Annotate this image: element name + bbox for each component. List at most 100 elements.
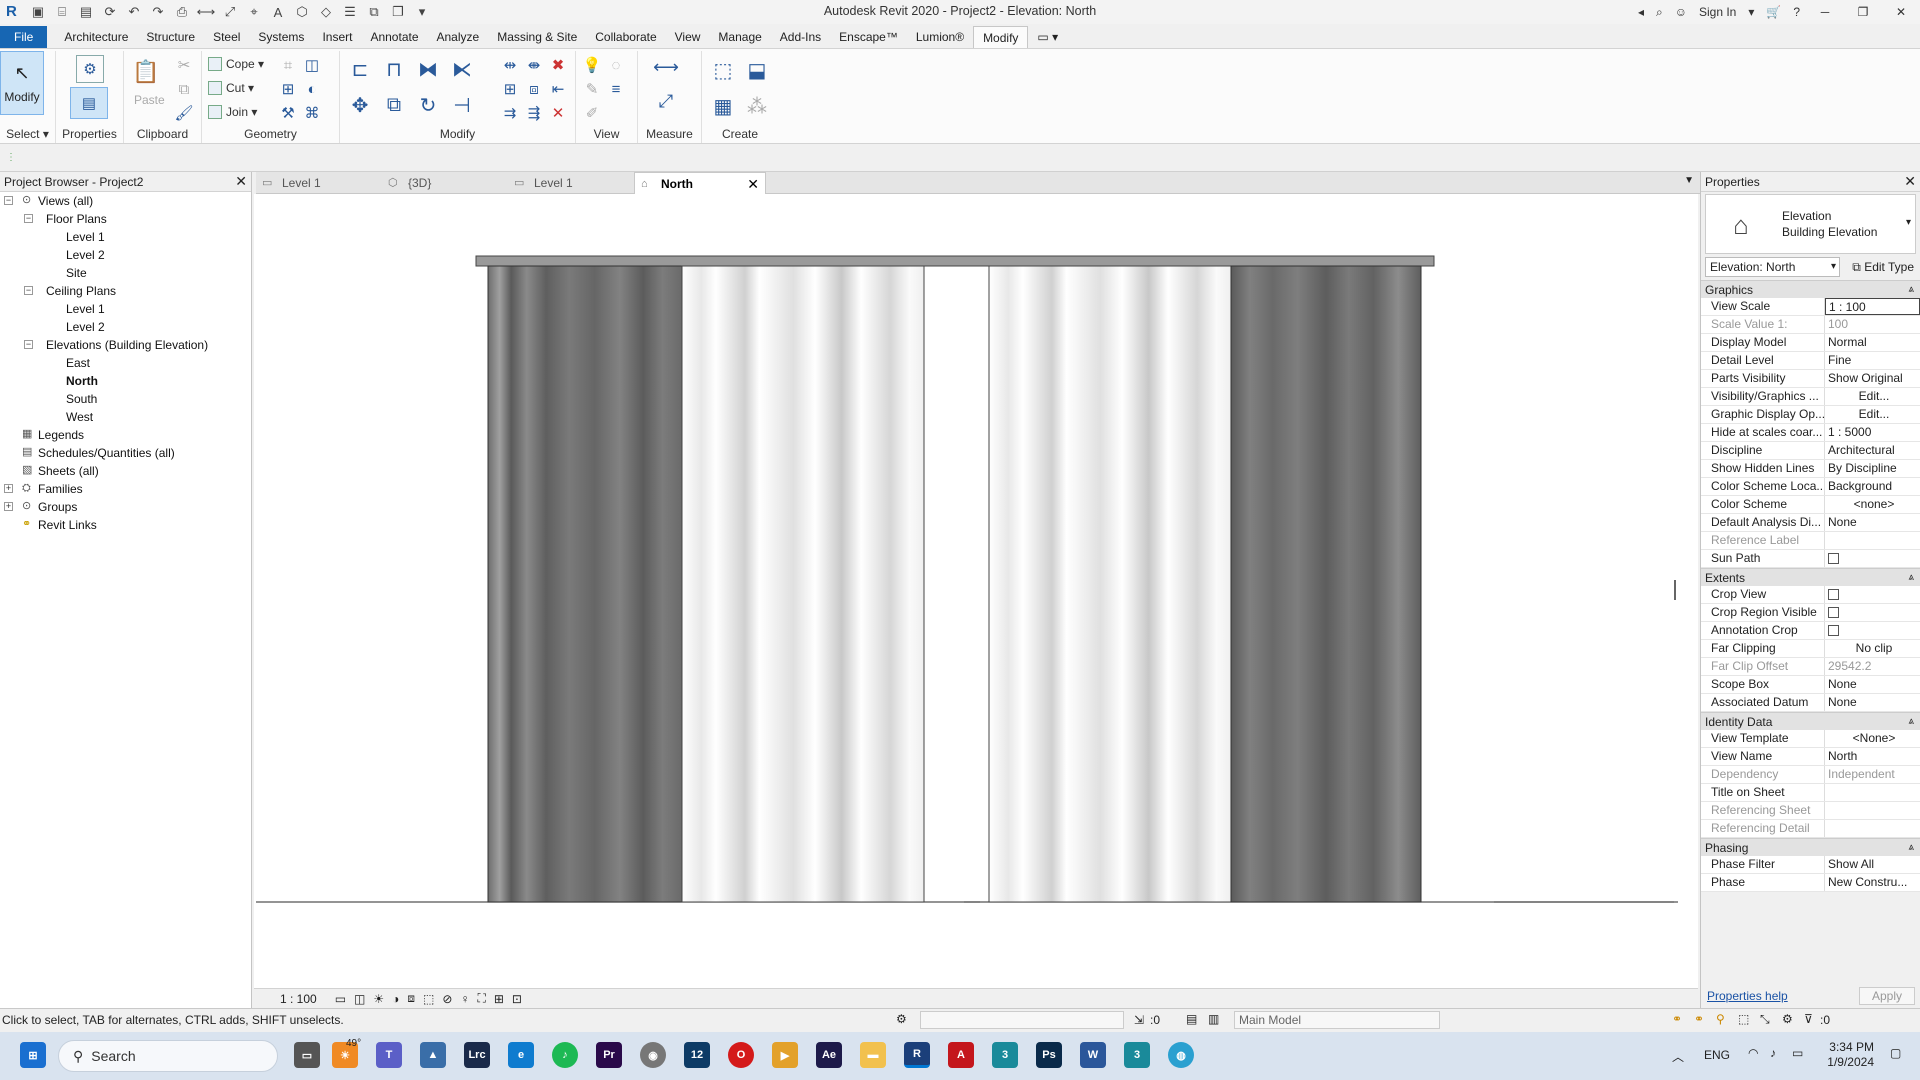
- switch-windows-icon[interactable]: ❐: [388, 3, 408, 21]
- design-option-dropdown[interactable]: Main Model: [1234, 1011, 1440, 1029]
- apply-button[interactable]: Apply: [1858, 987, 1915, 1005]
- sign-in-link[interactable]: Sign In: [1699, 5, 1736, 19]
- edge-icon[interactable]: e: [508, 1042, 534, 1068]
- visual-style-icon[interactable]: ◫: [354, 992, 365, 1006]
- notifications-icon[interactable]: ▢: [1890, 1046, 1901, 1060]
- drawing-area[interactable]: [254, 194, 1698, 999]
- steam-icon[interactable]: ◉: [640, 1042, 666, 1068]
- select-links-icon[interactable]: ⚭: [1672, 1012, 1682, 1026]
- measure-icon[interactable]: ⟷: [196, 3, 216, 21]
- scale-icon[interactable]: ⧈: [524, 79, 544, 99]
- aligned-dimension-ribbon-icon[interactable]: ⤢: [646, 91, 686, 111]
- delete-icon[interactable]: ✕: [548, 103, 568, 123]
- teams-icon[interactable]: T: [376, 1042, 402, 1068]
- constraints-icon[interactable]: ⊡: [512, 992, 522, 1006]
- group-header-extents[interactable]: Extents ⩓: [1701, 568, 1920, 586]
- browser-node-elevations-building-elevation[interactable]: − Elevations (Building Elevation): [0, 336, 251, 354]
- undo-icon[interactable]: ↶: [124, 3, 144, 21]
- create-parts-icon[interactable]: ⬓: [742, 55, 772, 85]
- browser-node-floor-plans[interactable]: − Floor Plans: [0, 210, 251, 228]
- property-value[interactable]: Background: [1825, 478, 1920, 495]
- tag-icon[interactable]: ⌖: [244, 3, 264, 21]
- instance-filter-dropdown[interactable]: Elevation: North ▾: [1705, 257, 1840, 277]
- view-tab-north[interactable]: ⌂ North ✕: [634, 172, 766, 194]
- create-assembly-icon[interactable]: ⬚: [708, 55, 738, 85]
- infocenter-arrow-icon[interactable]: ◂: [1638, 5, 1644, 19]
- copy-icon[interactable]: ⧉: [380, 91, 408, 119]
- collapse-icon[interactable]: −: [24, 286, 33, 295]
- spotify-icon[interactable]: ♪: [552, 1042, 578, 1068]
- redo-icon[interactable]: ↷: [148, 3, 168, 21]
- tab-collaborate[interactable]: Collaborate: [586, 26, 665, 48]
- tab-insert[interactable]: Insert: [313, 26, 361, 48]
- tab-analyze[interactable]: Analyze: [428, 26, 489, 48]
- help-icon[interactable]: ?: [1793, 5, 1800, 19]
- wall-joins-icon[interactable]: ⌗: [278, 55, 298, 75]
- design-options-icon[interactable]: ▤: [1186, 1012, 1197, 1026]
- crop-view-icon[interactable]: ⧈: [407, 991, 415, 1006]
- tab-lumion[interactable]: Lumion®: [907, 26, 973, 48]
- paint-icon[interactable]: ◐: [302, 79, 322, 99]
- file-explorer-icon[interactable]: ▬: [860, 1042, 886, 1068]
- property-value[interactable]: By Discipline: [1825, 460, 1920, 477]
- taskbar-search[interactable]: ⚲ Search: [58, 1040, 278, 1072]
- contextual-tab-dropdown-icon[interactable]: ▭ ▾: [1028, 26, 1067, 48]
- section-icon[interactable]: ◇: [316, 3, 336, 21]
- select-underlay-icon[interactable]: ⚭: [1694, 1012, 1704, 1026]
- shadows-icon[interactable]: ◑: [392, 992, 399, 1006]
- browser-node-schedules-quantities-all[interactable]: ▤ Schedules/Quantities (all): [0, 444, 251, 462]
- create-group-icon[interactable]: ▦: [708, 91, 738, 121]
- view-tab-level-1[interactable]: ▭ Level 1: [508, 172, 628, 194]
- aligned-dimension-icon[interactable]: ⤢: [220, 3, 240, 21]
- word-icon[interactable]: W: [1080, 1042, 1106, 1068]
- view-scale-control[interactable]: 1 : 100: [280, 992, 317, 1006]
- move-icon[interactable]: ✥: [346, 91, 374, 119]
- collapse-icon[interactable]: −: [24, 340, 33, 349]
- unpin-icon[interactable]: ✖: [548, 55, 568, 75]
- premiere-icon[interactable]: Pr: [596, 1042, 622, 1068]
- browser-node-views-all[interactable]: − ⊙ Views (all): [0, 192, 251, 210]
- collapse-group-icon[interactable]: ⩓: [1908, 713, 1914, 731]
- select-dropdown[interactable]: Select ▾: [0, 127, 55, 141]
- wifi-icon[interactable]: ◠: [1748, 1046, 1758, 1060]
- property-value[interactable]: North: [1825, 748, 1920, 765]
- browser-node-families[interactable]: + ⛭ Families: [0, 480, 251, 498]
- browser-node-groups[interactable]: + ⊙ Groups: [0, 498, 251, 516]
- drag-elements-icon[interactable]: ⤡: [1760, 1012, 1770, 1027]
- revit-logo-icon[interactable]: R: [6, 4, 22, 20]
- cut-to-clipboard-icon[interactable]: ✂: [174, 55, 194, 75]
- collapse-group-icon[interactable]: ⩓: [1908, 839, 1914, 857]
- language-indicator[interactable]: ENG: [1704, 1048, 1730, 1062]
- browser-node-level-2[interactable]: Level 2: [0, 246, 251, 264]
- checkbox[interactable]: [1828, 607, 1839, 618]
- property-edit-button[interactable]: Edit...: [1825, 406, 1920, 423]
- task-view-icon[interactable]: ▭: [294, 1042, 320, 1068]
- binoculars-icon[interactable]: ⌕: [1656, 5, 1663, 20]
- modify-button[interactable]: ↖ Modify: [0, 51, 44, 115]
- browser-node-ceiling-plans[interactable]: − Ceiling Plans: [0, 282, 251, 300]
- tray-chevron-icon[interactable]: ︿: [1672, 1048, 1684, 1065]
- checkbox[interactable]: [1828, 625, 1839, 636]
- close-hidden-windows-icon[interactable]: ⧉: [364, 3, 384, 21]
- save-icon[interactable]: ▤: [76, 3, 96, 21]
- browser-node-south[interactable]: South: [0, 390, 251, 408]
- restore-button[interactable]: ❐: [1850, 5, 1876, 19]
- trim-single-icon[interactable]: ⇶: [524, 103, 544, 123]
- create-similar-icon[interactable]: ⁂: [742, 91, 772, 121]
- workset-dropdown[interactable]: [920, 1011, 1124, 1029]
- tab-massing-site[interactable]: Massing & Site: [488, 26, 586, 48]
- property-value[interactable]: None: [1825, 514, 1920, 531]
- photos-icon[interactable]: ▲: [420, 1042, 446, 1068]
- close-tab-icon[interactable]: ✕: [747, 173, 759, 195]
- group-header-graphics[interactable]: Graphics ⩓: [1701, 280, 1920, 298]
- property-value[interactable]: New Constru...: [1825, 874, 1920, 891]
- exclude-options-icon[interactable]: ▥: [1208, 1012, 1219, 1026]
- view-filter-icon[interactable]: ✐: [582, 103, 602, 123]
- linework-icon[interactable]: ≡: [606, 79, 626, 99]
- home-icon[interactable]: ▣: [28, 3, 48, 21]
- property-checkbox-cell[interactable]: [1825, 604, 1920, 621]
- max-3-icon[interactable]: 3: [1124, 1042, 1150, 1068]
- worksets-icon[interactable]: ⚙: [896, 1012, 907, 1026]
- paste-button[interactable]: Paste: [134, 93, 165, 107]
- tab-architecture[interactable]: Architecture: [55, 26, 137, 48]
